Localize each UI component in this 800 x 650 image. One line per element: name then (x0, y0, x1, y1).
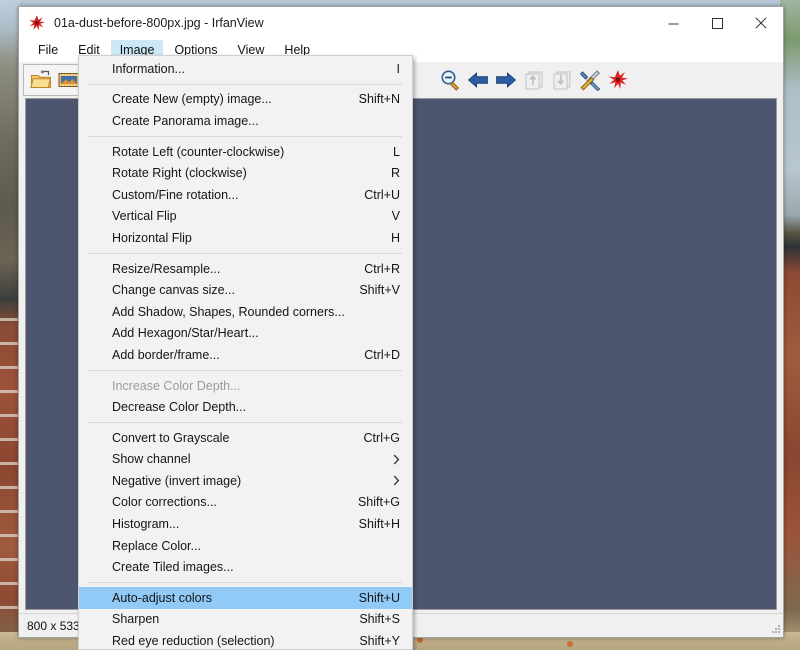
menu-item-vertical-flip[interactable]: Vertical Flip V (79, 206, 412, 228)
menu-item-label: Add Shadow, Shapes, Rounded corners... (112, 304, 345, 319)
toolbar-right-group (433, 65, 635, 95)
menu-item-decrease-color-depth[interactable]: Decrease Color Depth... (79, 396, 412, 418)
menu-item-label: Increase Color Depth... (112, 378, 241, 393)
menu-item-shortcut: Shift+Y (359, 634, 400, 649)
menu-item-add-shadow-shapes-rounded-corners[interactable]: Add Shadow, Shapes, Rounded corners... (79, 301, 412, 323)
menu-item-rotate-right-clockwise[interactable]: Rotate Right (clockwise) R (79, 162, 412, 184)
menu-item-label: Color corrections... (112, 495, 217, 510)
menu-item-shortcut: Shift+V (359, 283, 400, 298)
menu-item-create-panorama-image[interactable]: Create Panorama image... (79, 110, 412, 132)
menu-item-red-eye-reduction-selection[interactable]: Red eye reduction (selection) Shift+Y (79, 630, 412, 649)
menu-item-color-corrections[interactable]: Color corrections... Shift+G (79, 492, 412, 514)
menu-separator (87, 252, 402, 254)
menu-item-label: Create Panorama image... (112, 113, 259, 128)
menu-item-shortcut: H (390, 230, 400, 245)
menu-item-label: Change canvas size... (112, 283, 235, 298)
window-controls (651, 7, 783, 39)
menu-item-histogram[interactable]: Histogram... Shift+H (79, 513, 412, 535)
menu-item-horizontal-flip[interactable]: Horizontal Flip H (79, 227, 412, 249)
menu-item-label: Decrease Color Depth... (112, 400, 247, 415)
wallpaper-brick-texture (0, 318, 20, 618)
menu-item-increase-color-depth: Increase Color Depth... (79, 375, 412, 397)
menu-item-label: Custom/Fine rotation... (112, 187, 239, 202)
menu-item-rotate-left-counter-clockwise[interactable]: Rotate Left (counter-clockwise) L (79, 141, 412, 163)
menu-item-show-channel[interactable]: Show channel (79, 449, 412, 471)
resize-grip[interactable] (768, 623, 781, 636)
menu-item-negative-invert-image[interactable]: Negative (invert image) (79, 470, 412, 492)
menu-item-replace-color[interactable]: Replace Color... (79, 535, 412, 557)
menu-item-add-border-frame[interactable]: Add border/frame... Ctrl+D (79, 344, 412, 366)
menu-item-shortcut: Ctrl+G (363, 430, 400, 445)
menu-separator (87, 83, 402, 85)
open-folder-icon[interactable] (27, 66, 55, 94)
menu-item-custom-fine-rotation[interactable]: Custom/Fine rotation... Ctrl+U (79, 184, 412, 206)
previous-image-arrow-icon[interactable] (464, 66, 492, 94)
menu-item-label: Sharpen (112, 612, 160, 627)
menu-item-shortcut: R (390, 166, 400, 181)
menu-separator (87, 135, 402, 137)
irfanview-starburst-icon (28, 14, 46, 32)
menu-item-label: Replace Color... (112, 538, 201, 553)
menu-item-shortcut: Ctrl+U (364, 187, 400, 202)
minimize-icon[interactable] (651, 7, 695, 39)
menu-item-label: Create Tiled images... (112, 560, 234, 575)
menu-item-shortcut: Shift+N (358, 92, 400, 107)
last-image-icon[interactable] (548, 66, 576, 94)
menu-item-create-tiled-images[interactable]: Create Tiled images... (79, 556, 412, 578)
menu-item-resize-resample[interactable]: Resize/Resample... Ctrl+R (79, 258, 412, 280)
menu-item-label: Show channel (112, 452, 191, 467)
options-tools-icon[interactable] (576, 66, 604, 94)
menu-item-shortcut: Shift+S (359, 612, 400, 627)
menu-item-shortcut: Ctrl+R (364, 261, 400, 276)
menu-item-shortcut: Shift+G (357, 495, 400, 510)
window-title-bar[interactable]: 01a-dust-before-800px.jpg - IrfanView (19, 7, 783, 39)
menu-item-label: Rotate Left (counter-clockwise) (112, 144, 285, 159)
menu-item-shortcut: I (396, 61, 400, 76)
first-image-icon[interactable] (520, 66, 548, 94)
maximize-icon[interactable] (695, 7, 739, 39)
menu-item-label: Auto-adjust colors (112, 590, 213, 605)
menu-item-label: Create New (empty) image... (112, 92, 272, 107)
menu-item-label: Histogram... (112, 517, 180, 532)
menu-item-label: Vertical Flip (112, 209, 177, 224)
menu-separator (87, 582, 402, 584)
next-image-arrow-icon[interactable] (492, 66, 520, 94)
window-title-text: 01a-dust-before-800px.jpg - IrfanView (54, 16, 264, 30)
menu-separator (87, 421, 402, 423)
image-menu-dropdown: Information... I Create New (empty) image.… (78, 55, 413, 650)
menu-separator (87, 369, 402, 371)
menu-item-shortcut: Shift+U (358, 590, 400, 605)
menu-item-change-canvas-size[interactable]: Change canvas size... Shift+V (79, 279, 412, 301)
zoom-out-icon[interactable] (436, 66, 464, 94)
menu-item-label: Rotate Right (clockwise) (112, 166, 247, 181)
menu-item-shortcut: Shift+H (358, 517, 400, 532)
menu-item-label: Information... (112, 61, 185, 76)
menu-item-label: Convert to Grayscale (112, 430, 230, 445)
menu-item-shortcut: Ctrl+D (364, 347, 400, 362)
close-icon[interactable] (739, 7, 783, 39)
menu-item-label: Add border/frame... (112, 347, 220, 362)
menu-item-label: Resize/Resample... (112, 261, 221, 276)
chevron-right-icon (373, 454, 400, 465)
menu-item-create-new-empty-image[interactable]: Create New (empty) image... Shift+N (79, 89, 412, 111)
irfanview-logo-icon[interactable] (604, 66, 632, 94)
menu-item-information[interactable]: Information... I (79, 58, 412, 80)
menu-item-shortcut: L (393, 144, 400, 159)
menu-item-label: Red eye reduction (selection) (112, 634, 275, 649)
menu-item-label: Horizontal Flip (112, 230, 192, 245)
chevron-right-icon (373, 475, 400, 486)
menu-item-label: Add Hexagon/Star/Heart... (112, 326, 259, 341)
menu-item-convert-to-grayscale[interactable]: Convert to Grayscale Ctrl+G (79, 427, 412, 449)
menu-item-shortcut: V (391, 209, 400, 224)
menu-file[interactable]: File (29, 40, 67, 61)
menu-item-label: Negative (invert image) (112, 473, 242, 488)
menu-item-sharpen[interactable]: Sharpen Shift+S (79, 609, 412, 631)
menu-item-add-hexagon-star-heart[interactable]: Add Hexagon/Star/Heart... (79, 323, 412, 345)
menu-item-auto-adjust-colors[interactable]: Auto-adjust colors Shift+U (79, 587, 412, 609)
